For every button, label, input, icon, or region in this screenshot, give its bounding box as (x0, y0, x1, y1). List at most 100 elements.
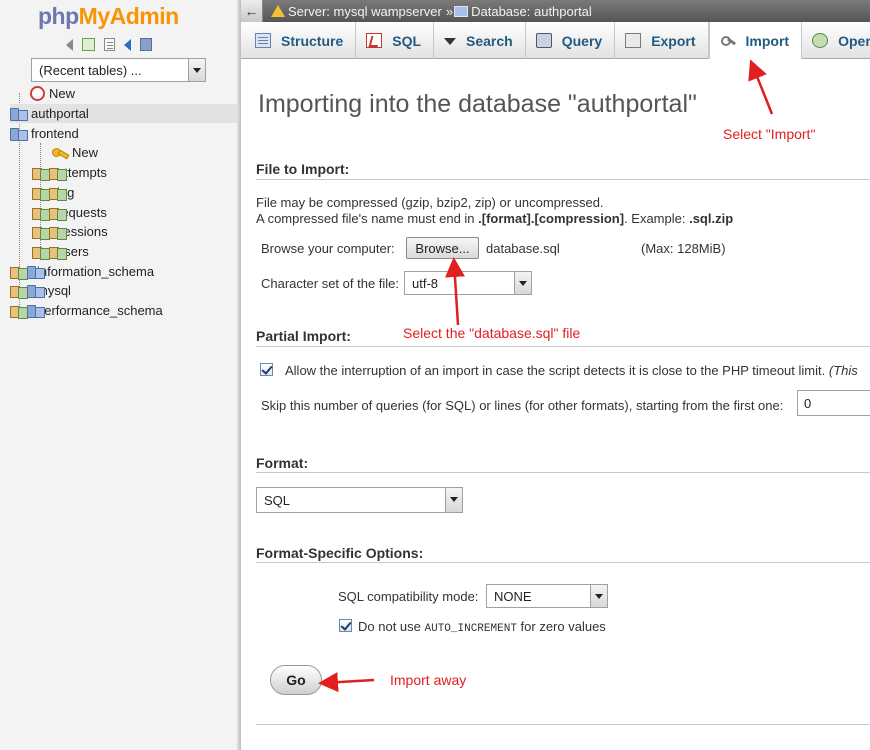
compat-mode-label: SQL compatibility mode: (338, 589, 479, 604)
annotation-select-import: Select "Import" (723, 126, 816, 142)
section-divider (256, 562, 870, 563)
allow-interrupt-text: Allow the interruption of an import in c… (285, 363, 826, 378)
section-divider (256, 472, 870, 473)
selected-file-name: database.sql (486, 241, 560, 256)
breadcrumb-database[interactable]: Database: authportal (471, 4, 592, 19)
tab-query[interactable]: Query (526, 22, 616, 59)
allow-interrupt-label: Allow the interruption of an import in c… (285, 363, 858, 378)
tree-item-new[interactable]: New (30, 84, 75, 103)
chevron-down-icon (188, 59, 205, 81)
auto-increment-code: AUTO_INCREMENT (424, 623, 517, 635)
tree-item-label: New (49, 86, 76, 101)
tree-table-log[interactable]: log (32, 183, 74, 202)
table-icon (32, 206, 50, 221)
tree-table-requests[interactable]: requests (32, 203, 107, 222)
annotation-import-away: Import away (390, 672, 467, 688)
auto-increment-text: for zero values (516, 619, 606, 634)
database-icon-tail (27, 304, 45, 318)
logo-php-text: php (38, 3, 79, 29)
link-icon[interactable] (82, 38, 95, 51)
tab-operations[interactable]: Operations (802, 22, 870, 59)
table-icon-tail (49, 245, 67, 260)
chevron-down-icon (514, 272, 531, 294)
compat-mode-value: NONE (494, 589, 532, 604)
tab-label: Export (651, 32, 696, 49)
warning-icon (271, 5, 285, 17)
compat-mode-select[interactable]: NONE (486, 584, 608, 608)
phpmyadmin-logo[interactable]: phpMyAdmin (38, 3, 179, 30)
tab-export[interactable]: Export (615, 22, 709, 59)
skip-queries-input[interactable]: 0 (797, 390, 870, 416)
database-icon (10, 284, 28, 299)
tree-db-mysql[interactable]: mysql (10, 281, 71, 300)
table-icon-tail (49, 206, 67, 221)
logo-myadmin-text: MyAdmin (78, 3, 180, 29)
tab-label: SQL (392, 32, 422, 49)
auto-increment-checkbox[interactable] (339, 619, 352, 632)
tab-bar: Structure SQL Search Query Export Import… (241, 22, 870, 59)
charset-select[interactable]: utf-8 (404, 271, 532, 295)
export-icon (625, 33, 642, 48)
chevron-down-icon (445, 488, 462, 512)
breadcrumb: ← Server: mysql wampserver » Database: a… (241, 0, 870, 22)
settings-icon[interactable] (140, 38, 152, 51)
table-icon (32, 166, 50, 181)
table-icon-tail (49, 186, 67, 201)
section-options-title: Format-Specific Options: (256, 545, 424, 561)
compression-info: File may be compressed (gzip, bzip2, zip… (256, 195, 604, 210)
tree-db-authportal[interactable]: authportal (10, 104, 237, 123)
new-database-icon (30, 86, 45, 101)
database-icon (10, 127, 28, 141)
tab-label: Structure (281, 32, 344, 49)
allow-interrupt-checkbox[interactable] (260, 363, 273, 376)
compression-filename-info: A compressed file's name must end in .[f… (256, 211, 733, 226)
breadcrumb-server[interactable]: Server: mysql wampserver (288, 4, 442, 19)
chevron-down-icon (590, 585, 607, 607)
tree-db-information-schema[interactable]: information_schema (10, 262, 154, 281)
sql-icon (366, 33, 383, 48)
tab-structure[interactable]: Structure (245, 22, 357, 59)
annotation-select-file: Select the "database.sql" file (403, 325, 581, 341)
recent-tables-select[interactable]: (Recent tables) ... (31, 58, 206, 82)
section-divider (256, 179, 870, 180)
page-title: Importing into the database "authportal" (258, 90, 697, 118)
charset-label: Character set of the file: (261, 276, 400, 291)
tree-table-users[interactable]: users (32, 242, 89, 261)
docs-icon[interactable] (104, 38, 115, 51)
format-select[interactable]: SQL (256, 487, 463, 513)
skip-queries-label: Skip this number of queries (for SQL) or… (261, 398, 784, 413)
section-format-title: Format: (256, 455, 309, 471)
browse-label: Browse your computer: (261, 241, 395, 256)
database-icon (10, 304, 28, 319)
info-example-text: .sql.zip (689, 211, 734, 226)
structure-icon (255, 33, 271, 48)
query-icon (535, 33, 552, 48)
browse-button[interactable]: Browse... (406, 237, 479, 259)
tree-db-performance-schema[interactable]: performance_schema (10, 301, 163, 320)
back-arrow-icon[interactable]: ← (241, 0, 263, 22)
breadcrumb-separator: » (445, 3, 454, 19)
auto-increment-label: Do not use AUTO_INCREMENT for zero value… (358, 619, 606, 635)
tab-import[interactable]: Import (708, 22, 803, 59)
info-format-text: .[format].[compression] (478, 211, 625, 226)
section-file-title: File to Import: (256, 161, 350, 177)
go-button[interactable]: Go (270, 665, 322, 695)
section-partial-title: Partial Import: (256, 328, 351, 344)
operations-icon (812, 33, 829, 48)
search-icon (444, 33, 457, 48)
tree-db-frontend[interactable]: frontend (10, 124, 79, 143)
tab-label: Search (466, 32, 513, 49)
tab-search[interactable]: Search (434, 22, 526, 59)
table-icon-tail (49, 225, 67, 240)
home-icon[interactable] (124, 39, 131, 51)
tree-item-label: frontend (31, 126, 79, 141)
tab-sql[interactable]: SQL (356, 22, 435, 59)
database-icon (10, 107, 28, 121)
navigation-panel: phpMyAdmin (Recent tables) ... New authp… (0, 0, 240, 750)
tree-table-attempts[interactable]: attempts (32, 163, 107, 182)
info-text: A compressed file's name must end in (256, 211, 479, 226)
collapse-icon[interactable] (66, 39, 73, 51)
tree-table-sessions[interactable]: sessions (32, 222, 108, 241)
tree-item-new-table[interactable]: New (52, 143, 98, 162)
database-icon-tail (27, 265, 45, 279)
